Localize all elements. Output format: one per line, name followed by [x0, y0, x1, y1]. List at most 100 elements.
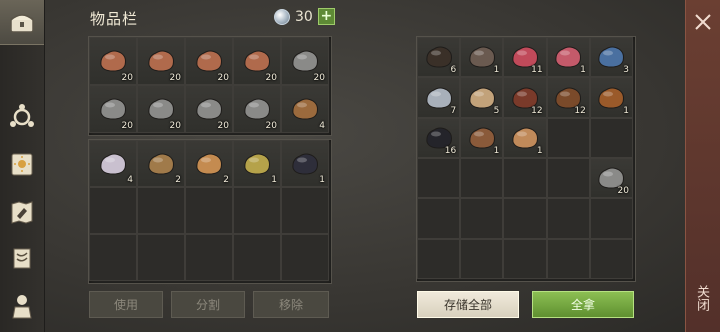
inventory-slot[interactable]	[460, 198, 504, 239]
inventory-slot[interactable]	[417, 157, 461, 199]
inventory-slot[interactable]: 12	[546, 77, 590, 118]
inventory-slot[interactable]	[89, 234, 137, 281]
character-icon[interactable]	[6, 290, 38, 322]
inventory-slot[interactable]: 1	[460, 37, 504, 78]
inventory-slot[interactable]	[281, 187, 329, 234]
copper-ore-icon	[100, 50, 126, 72]
inventory-slot[interactable]	[417, 238, 461, 279]
inventory-slot[interactable]: 20	[137, 85, 185, 133]
item-count: 1	[493, 145, 500, 156]
inventory-slot[interactable]: 1	[503, 117, 547, 158]
item-count: 1	[623, 105, 629, 116]
inventory-slot[interactable]: 7	[417, 77, 461, 118]
inventory-slot[interactable]: 20	[137, 37, 185, 85]
inventory-slot[interactable]: 6	[417, 37, 461, 78]
store-all-button[interactable]: 存储全部	[417, 291, 519, 318]
nav-active-tab[interactable]	[0, 0, 44, 45]
inventory-slot[interactable]: 2	[137, 140, 185, 187]
inventory-slot[interactable]	[185, 187, 233, 234]
inventory-slot[interactable]: 1	[233, 140, 281, 187]
close-bar[interactable]: 关闭	[685, 0, 720, 332]
add-currency-button[interactable]: +	[317, 8, 335, 25]
inventory-slot[interactable]: 1	[460, 117, 504, 158]
inventory-slot[interactable]	[233, 187, 281, 234]
inventory-slot[interactable]: 20	[589, 157, 633, 199]
scroll-icon[interactable]	[6, 242, 38, 274]
inventory-slot[interactable]: 1	[281, 140, 329, 187]
inventory-slot[interactable]: 20	[89, 85, 137, 133]
inventory-slot[interactable]	[503, 157, 547, 199]
inventory-slot[interactable]: 2	[185, 140, 233, 187]
item-count: 20	[121, 121, 133, 131]
inventory-slot[interactable]	[281, 234, 329, 281]
left-nav	[0, 0, 45, 332]
item-count: 6	[450, 65, 457, 76]
chest-icon[interactable]	[6, 6, 38, 38]
close-label[interactable]: 关闭	[694, 285, 711, 311]
inventory-slot[interactable]	[546, 198, 590, 239]
inventory-slot[interactable]: 20	[185, 85, 233, 133]
copper-ore-icon	[244, 50, 270, 72]
coin-count: 30	[295, 8, 313, 25]
inventory-slot[interactable]	[185, 234, 233, 281]
item-count: 5	[493, 105, 500, 116]
inventory-slot[interactable]: 4	[281, 85, 329, 133]
stone-icon	[148, 98, 174, 120]
inventory-slot[interactable]: 3	[589, 37, 633, 78]
inventory-slot[interactable]	[589, 238, 633, 279]
inventory-slot[interactable]: 1	[589, 77, 633, 118]
inventory-slot[interactable]	[137, 187, 185, 234]
inventory-slot[interactable]: 20	[233, 37, 281, 85]
inventory-slot[interactable]: 16	[417, 117, 461, 158]
item-count: 20	[217, 121, 229, 131]
inventory-slot[interactable]	[417, 198, 461, 239]
inventory-slot[interactable]: 4	[89, 140, 137, 187]
inventory-slot[interactable]: 20	[281, 37, 329, 85]
crossed-pickaxes-icon	[292, 98, 318, 120]
use-button[interactable]: 使用	[89, 291, 163, 318]
inventory-slot[interactable]	[503, 198, 547, 239]
item-count: 20	[169, 121, 181, 131]
item-count: 11	[531, 65, 543, 76]
item-count: 1	[536, 145, 543, 156]
stone-icon	[100, 98, 126, 120]
inventory-slot[interactable]: 20	[233, 85, 281, 133]
cloth-roll-icon	[100, 153, 126, 175]
currency-display: 30 +	[274, 8, 335, 25]
inventory-slot[interactable]: 20	[89, 37, 137, 85]
inventory-slot[interactable]: 11	[503, 37, 547, 78]
inventory-slot[interactable]	[89, 187, 137, 234]
inventory-slot[interactable]	[233, 234, 281, 281]
coal-pile-icon	[292, 153, 318, 175]
inventory-slot[interactable]	[137, 234, 185, 281]
inventory-slot[interactable]	[546, 157, 590, 199]
inventory-slot[interactable]	[460, 157, 504, 199]
inventory-slot[interactable]	[546, 117, 590, 158]
item-count: 20	[121, 73, 133, 83]
inventory-slot[interactable]	[589, 198, 633, 239]
inventory-slot[interactable]: 20	[185, 37, 233, 85]
inventory-slot[interactable]	[503, 238, 547, 279]
inventory-slot[interactable]	[546, 238, 590, 279]
take-all-button[interactable]: 全拿	[532, 291, 634, 318]
stone-icon	[292, 50, 318, 72]
inventory-title: 物品栏	[90, 10, 139, 28]
stone-icon	[244, 98, 270, 120]
stone-icon	[196, 98, 222, 120]
build-map-icon[interactable]	[6, 196, 38, 228]
inventory-slot[interactable]: 1	[546, 37, 590, 78]
item-count: 12	[531, 105, 543, 116]
item-count: 20	[217, 73, 229, 83]
remove-button[interactable]: 移除	[253, 291, 329, 318]
crafting-icon[interactable]	[6, 100, 38, 132]
inventory-slot[interactable]: 12	[503, 77, 547, 118]
sun-book-icon[interactable]	[6, 148, 38, 180]
inventory-slot[interactable]	[589, 117, 633, 158]
inventory-slot[interactable]	[460, 238, 504, 279]
item-count: 20	[265, 121, 277, 131]
item-count: 4	[127, 175, 133, 185]
split-button[interactable]: 分割	[171, 291, 245, 318]
inventory-slot[interactable]: 5	[460, 77, 504, 118]
close-icon[interactable]	[693, 12, 713, 32]
item-count: 16	[444, 145, 457, 156]
